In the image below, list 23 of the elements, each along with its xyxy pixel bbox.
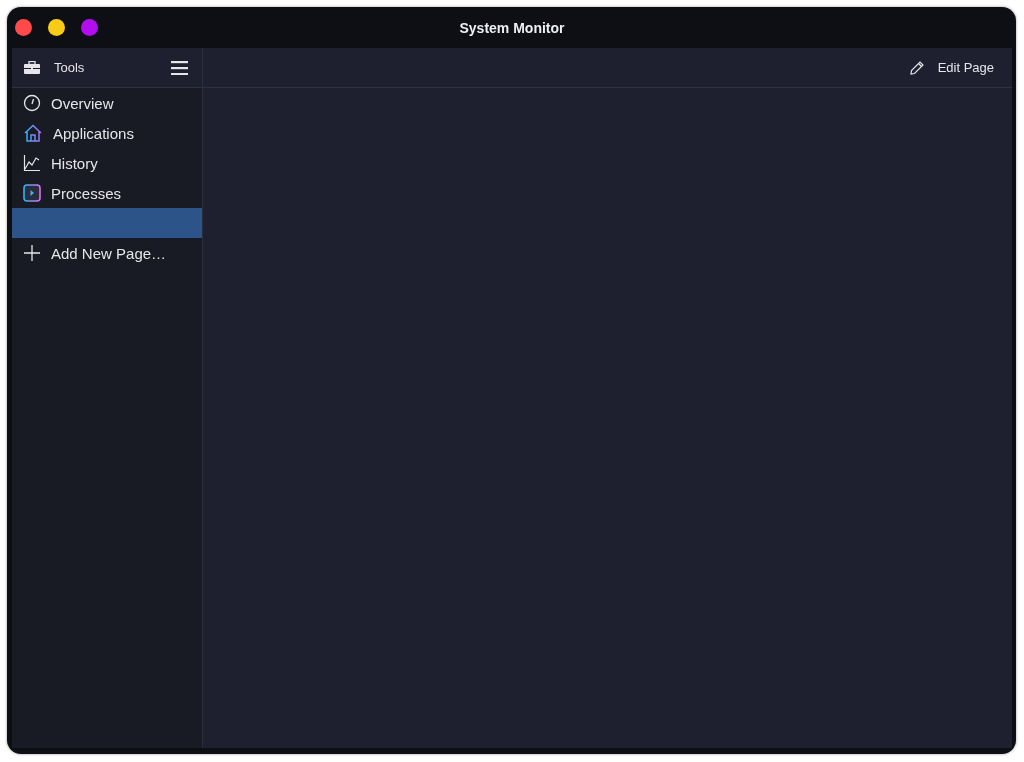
item-label: History <box>51 154 98 172</box>
window-title: System Monitor <box>459 19 565 36</box>
chart-icon <box>23 154 41 172</box>
plus-icon <box>23 244 41 262</box>
sidebar-item[interactable]: History <box>12 148 202 178</box>
edit-page-button[interactable]: Edit Page <box>904 55 998 80</box>
item-label: Overview <box>51 94 114 112</box>
pencil-icon <box>908 59 925 76</box>
gauge-icon <box>23 94 41 112</box>
toolbox-icon <box>23 60 41 75</box>
house-icon <box>23 124 43 142</box>
menu-icon[interactable] <box>171 60 188 75</box>
item-label: Processes <box>51 184 122 202</box>
item-label: Applications <box>53 124 134 142</box>
sidebar-item[interactable]: Overview <box>12 88 202 118</box>
sidebar-title: Tools <box>54 60 86 75</box>
add-page-button[interactable]: Add New Page… <box>12 238 202 268</box>
sidebar-item[interactable]: Processes <box>12 178 202 208</box>
maximize-button[interactable] <box>81 19 98 36</box>
play-icon <box>23 184 41 202</box>
sidebar-item[interactable]: Applications <box>12 118 202 148</box>
close-button[interactable] <box>15 19 32 36</box>
minimize-button[interactable] <box>48 19 65 36</box>
